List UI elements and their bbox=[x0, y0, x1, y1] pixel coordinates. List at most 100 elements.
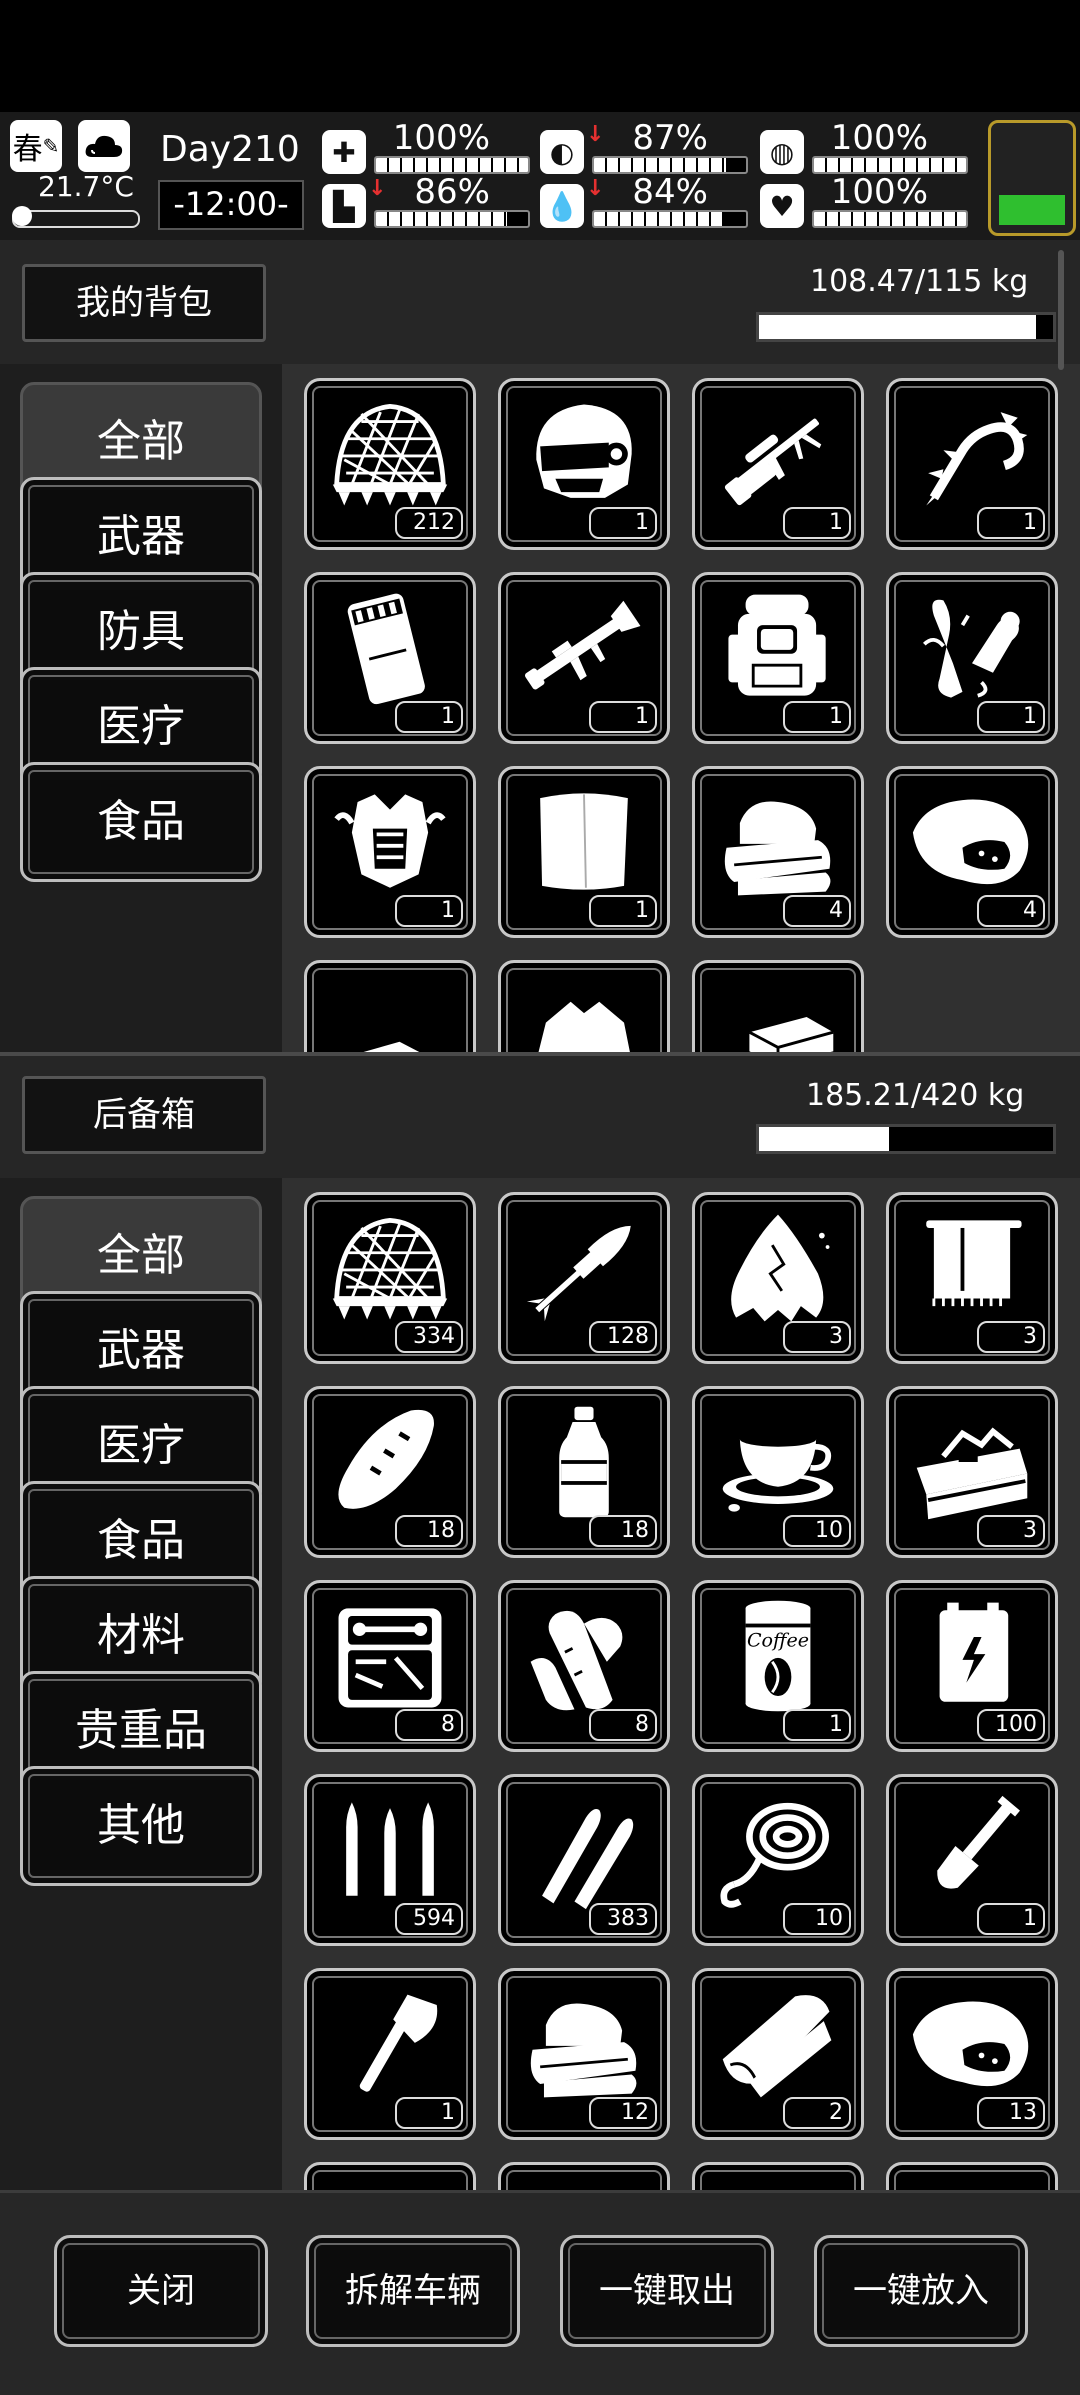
inventory-item-slot[interactable] bbox=[498, 2162, 670, 2190]
season-label: 春 bbox=[12, 132, 43, 167]
item-quantity: 4 bbox=[977, 895, 1045, 927]
item-quantity: 8 bbox=[395, 1709, 463, 1741]
item-quantity: 12 bbox=[589, 2097, 657, 2129]
hatchet-icon bbox=[359, 1994, 438, 2092]
stat-bar bbox=[812, 210, 968, 228]
temperature: 21.7°C bbox=[38, 170, 134, 203]
inventory-item-slot[interactable]: 100 bbox=[886, 1580, 1058, 1752]
inventory-item-slot[interactable] bbox=[692, 960, 864, 1052]
inventory-item-slot[interactable]: 212 bbox=[304, 378, 476, 550]
inventory-item-slot[interactable]: 10 bbox=[692, 1774, 864, 1946]
svg-text:Coffee: Coffee bbox=[747, 1629, 809, 1651]
inventory-item-slot[interactable]: 383 bbox=[498, 1774, 670, 1946]
inventory-item-slot[interactable]: 3 bbox=[692, 1192, 864, 1364]
chain-whip-icon bbox=[926, 412, 1028, 506]
scrollbar[interactable] bbox=[1058, 250, 1064, 370]
item-quantity: 1 bbox=[977, 701, 1045, 733]
item-quantity: 594 bbox=[395, 1903, 463, 1935]
heart-icon: ♥ bbox=[760, 184, 804, 228]
stat-percent: 87% bbox=[632, 118, 708, 158]
inventory-item-slot[interactable]: 12 bbox=[498, 1968, 670, 2140]
action-bar: 关闭 拆解车辆 一键取出 一键放入 bbox=[0, 2190, 1080, 2395]
repair-kit-icon bbox=[338, 1608, 442, 1708]
item-quantity: 128 bbox=[589, 1321, 657, 1353]
inventory-item-slot[interactable]: 3 bbox=[886, 1192, 1058, 1364]
item-quantity: 1 bbox=[783, 507, 851, 539]
item-quantity: 334 bbox=[395, 1321, 463, 1353]
inventory-item-slot[interactable]: 1 bbox=[886, 378, 1058, 550]
inventory-item-slot[interactable]: 3 bbox=[886, 1386, 1058, 1558]
torn-shirt-icon bbox=[538, 1001, 630, 1052]
category-tab[interactable]: 食品 bbox=[20, 762, 262, 882]
first-aid-icon: ✚ bbox=[322, 130, 366, 174]
backpack-title[interactable]: 我的背包 bbox=[22, 264, 266, 342]
stat-bar bbox=[374, 210, 530, 228]
rifle-bullets-icon bbox=[346, 1802, 434, 1896]
inventory-item-slot[interactable]: 128 bbox=[498, 1192, 670, 1364]
inventory-item-slot[interactable]: 594 bbox=[304, 1774, 476, 1946]
coffee-can-icon: Coffee bbox=[745, 1600, 811, 1712]
gauntlet-icon bbox=[922, 599, 1020, 698]
item-quantity: 1 bbox=[395, 701, 463, 733]
storage-title[interactable]: 后备箱 bbox=[22, 1076, 266, 1154]
item-quantity: 4 bbox=[783, 895, 851, 927]
inventory-item-slot[interactable]: 1 bbox=[498, 378, 670, 550]
battery-cells-icon bbox=[939, 1602, 1009, 1702]
stomach-icon: ◐ bbox=[540, 130, 584, 174]
inventory-item-slot[interactable]: 334 bbox=[304, 1192, 476, 1364]
backpack-panel: 全部 武器 防具 医疗 食品 212 1 1 1 1 1 1 1 1 1 4 4 bbox=[0, 364, 1080, 1052]
inventory-item-slot[interactable] bbox=[692, 2162, 864, 2190]
storage-panel: 全部 武器 医疗 食品 材料 贵重品 其他 334 128 3 3 18 18 10 3 8… bbox=[0, 1178, 1080, 2190]
inventory-item-slot[interactable]: 18 bbox=[498, 1386, 670, 1558]
ammo-box-icon bbox=[347, 593, 425, 705]
take-all-button[interactable]: 一键取出 bbox=[560, 2235, 774, 2347]
inventory-item-slot[interactable]: 1 bbox=[304, 1968, 476, 2140]
item-quantity: 1 bbox=[589, 701, 657, 733]
game-clock: -12:00- bbox=[158, 180, 304, 230]
inventory-item-slot[interactable]: 2 bbox=[692, 1968, 864, 2140]
item-quantity: 10 bbox=[783, 1903, 851, 1935]
inventory-item-slot[interactable] bbox=[886, 2162, 1058, 2190]
inventory-item-slot[interactable] bbox=[304, 2162, 476, 2190]
storage-weight: 185.21/420 kg bbox=[806, 1078, 1025, 1113]
stat-percent: 100% bbox=[830, 172, 928, 212]
inventory-item-slot[interactable]: 1 bbox=[692, 572, 864, 744]
inventory-item-slot[interactable]: 8 bbox=[304, 1580, 476, 1752]
inventory-item-slot[interactable]: 1 bbox=[498, 766, 670, 938]
inventory-item-slot[interactable]: 13 bbox=[886, 1968, 1058, 2140]
storage-header: 后备箱 185.21/420 kg bbox=[0, 1056, 1080, 1178]
inventory-item-slot[interactable]: 1 bbox=[886, 572, 1058, 744]
inventory-item-slot[interactable]: 1 bbox=[886, 1774, 1058, 1946]
inventory-item-slot[interactable]: 1 bbox=[304, 766, 476, 938]
water-drop-icon: 💧 bbox=[540, 184, 584, 228]
inventory-item-slot[interactable]: 4 bbox=[692, 766, 864, 938]
folded-towels-icon bbox=[724, 801, 831, 896]
inventory-item-slot[interactable]: 1 bbox=[498, 572, 670, 744]
close-button[interactable]: 关闭 bbox=[54, 2235, 268, 2347]
toolbox-icon bbox=[916, 1427, 1028, 1520]
bread-loaf-icon bbox=[338, 1409, 434, 1509]
inventory-item-slot[interactable]: 1 bbox=[304, 572, 476, 744]
inventory-item-slot[interactable]: 18 bbox=[304, 1386, 476, 1558]
stat-percent: 100% bbox=[392, 118, 490, 158]
inventory-item-slot[interactable]: Coffee 1 bbox=[692, 1580, 864, 1752]
store-all-button[interactable]: 一键放入 bbox=[814, 2235, 1028, 2347]
battery-indicator bbox=[988, 120, 1076, 236]
hiking-backpack-icon bbox=[728, 594, 826, 696]
inventory-item-slot[interactable] bbox=[304, 960, 476, 1052]
day-counter: Day210 bbox=[160, 129, 300, 170]
inventory-item-slot[interactable]: 1 bbox=[692, 378, 864, 550]
item-quantity: 100 bbox=[977, 1709, 1045, 1741]
item-quantity: 8 bbox=[589, 1709, 657, 1741]
inventory-item-slot[interactable]: 10 bbox=[692, 1386, 864, 1558]
inventory-item-slot[interactable]: 8 bbox=[498, 1580, 670, 1752]
category-tab[interactable]: 其他 bbox=[20, 1766, 262, 1886]
inventory-item-slot[interactable] bbox=[498, 960, 670, 1052]
dismantle-vehicle-button[interactable]: 拆解车辆 bbox=[306, 2235, 520, 2347]
inventory-item-slot[interactable]: 4 bbox=[886, 766, 1058, 938]
roast-meat-icon bbox=[912, 799, 1029, 885]
rpg-rocket-icon bbox=[526, 1225, 631, 1322]
item-quantity: 1 bbox=[783, 1709, 851, 1741]
item-quantity: 3 bbox=[977, 1515, 1045, 1547]
storage-item-grid: 334 128 3 3 18 18 10 3 8 8 Coffee 1 100 … bbox=[284, 1178, 1080, 2190]
